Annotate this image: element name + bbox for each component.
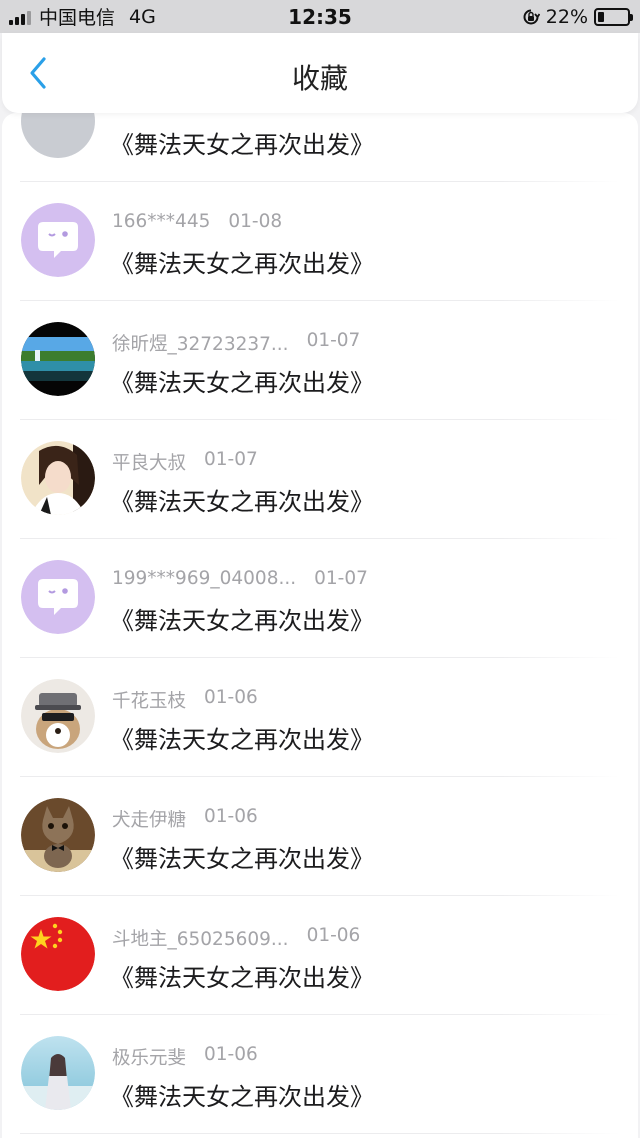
favorite-date: 01-06 (204, 806, 258, 827)
favorite-date: 01-06 (204, 687, 258, 708)
avatar (21, 203, 95, 277)
user-name: 犬走伊糖 (112, 810, 187, 831)
avatar (21, 917, 95, 991)
user-name: 千花玉枝 (112, 691, 187, 712)
favorite-date: 01-06 (204, 1044, 258, 1065)
favorite-date: 01-07 (204, 449, 258, 470)
dog-photo-avatar-icon (21, 679, 95, 753)
favorite-item[interactable]: 斗地主_65025609... 01-06 《舞法天女之再次出发》 (2, 896, 638, 1015)
favorite-date: 01-07 (306, 330, 361, 351)
battery-percent: 22% (545, 5, 588, 28)
avatar (21, 798, 95, 872)
user-name: 166***445 (112, 211, 211, 232)
avatar (21, 1036, 95, 1110)
avatar (21, 560, 95, 634)
nav-bar: 收藏 (2, 33, 638, 113)
girl-photo-avatar-icon (21, 441, 95, 515)
china-flag-avatar-icon (21, 917, 95, 991)
favorite-item[interactable]: 199***969_04008... 01-07 《舞法天女之再次出发》 (2, 539, 638, 658)
favorites-list: 《舞法天女之再次出发》 166***445 01-08 《舞法天女之再次出发》 (2, 113, 638, 1138)
back-button[interactable] (16, 51, 60, 95)
favorite-item[interactable]: 《舞法天女之再次出发》 (2, 113, 638, 182)
avatar (21, 679, 95, 753)
favorite-date: 01-06 (306, 925, 361, 946)
favorite-title: 《舞法天女之再次出发》 (110, 488, 374, 516)
favorite-title: 《舞法天女之再次出发》 (110, 250, 374, 278)
chat-bubble-avatar-icon (21, 203, 95, 277)
page-title: 收藏 (291, 62, 348, 95)
landscape-avatar-icon (21, 322, 95, 396)
favorite-title: 《舞法天女之再次出发》 (110, 131, 374, 159)
avatar (21, 441, 95, 515)
chat-bubble-avatar-icon (21, 560, 95, 634)
favorite-title: 《舞法天女之再次出发》 (110, 845, 374, 873)
avatar (21, 322, 95, 396)
favorite-title: 《舞法天女之再次出发》 (110, 607, 374, 635)
favorite-item[interactable]: 千花玉枝 01-06 《舞法天女之再次出发》 (2, 658, 638, 777)
user-name: 平良大叔 (112, 453, 187, 474)
favorite-item[interactable]: 徐昕煜_32723237... 01-07 《舞法天女之再次出发》 (2, 301, 638, 420)
user-name: 斗地主_65025609... (112, 929, 289, 950)
battery-icon (594, 7, 633, 26)
favorite-item[interactable]: 极乐元斐 01-06 《舞法天女之再次出发》 (2, 1015, 638, 1134)
girl-seaside-avatar-icon (21, 1036, 95, 1110)
network-type: 4G (129, 5, 156, 28)
favorite-item[interactable]: 166***445 01-08 《舞法天女之再次出发》 (2, 182, 638, 301)
status-bar: 中国电信 4G 12:35 22% (0, 0, 640, 33)
favorite-title: 《舞法天女之再次出发》 (110, 726, 374, 754)
carrier-name: 中国电信 (39, 7, 116, 29)
kitten-photo-avatar-icon (21, 798, 95, 872)
user-name: 199***969_04008... (112, 568, 297, 589)
favorite-title: 《舞法天女之再次出发》 (110, 369, 374, 397)
avatar (21, 113, 95, 158)
favorite-item[interactable]: 犬走伊糖 01-06 《舞法天女之再次出发》 (2, 777, 638, 896)
signal-icon (9, 9, 31, 25)
user-name: 极乐元斐 (112, 1048, 187, 1069)
rotation-lock-icon (523, 9, 540, 24)
user-name: 徐昕煜_32723237... (112, 334, 289, 355)
chevron-left-icon (30, 57, 46, 89)
favorite-date: 01-08 (228, 211, 283, 232)
favorite-title: 《舞法天女之再次出发》 (110, 964, 374, 992)
favorite-date: 01-07 (314, 568, 368, 589)
favorite-title: 《舞法天女之再次出发》 (110, 1083, 374, 1111)
favorite-item[interactable]: 平良大叔 01-07 《舞法天女之再次出发》 (2, 420, 638, 539)
